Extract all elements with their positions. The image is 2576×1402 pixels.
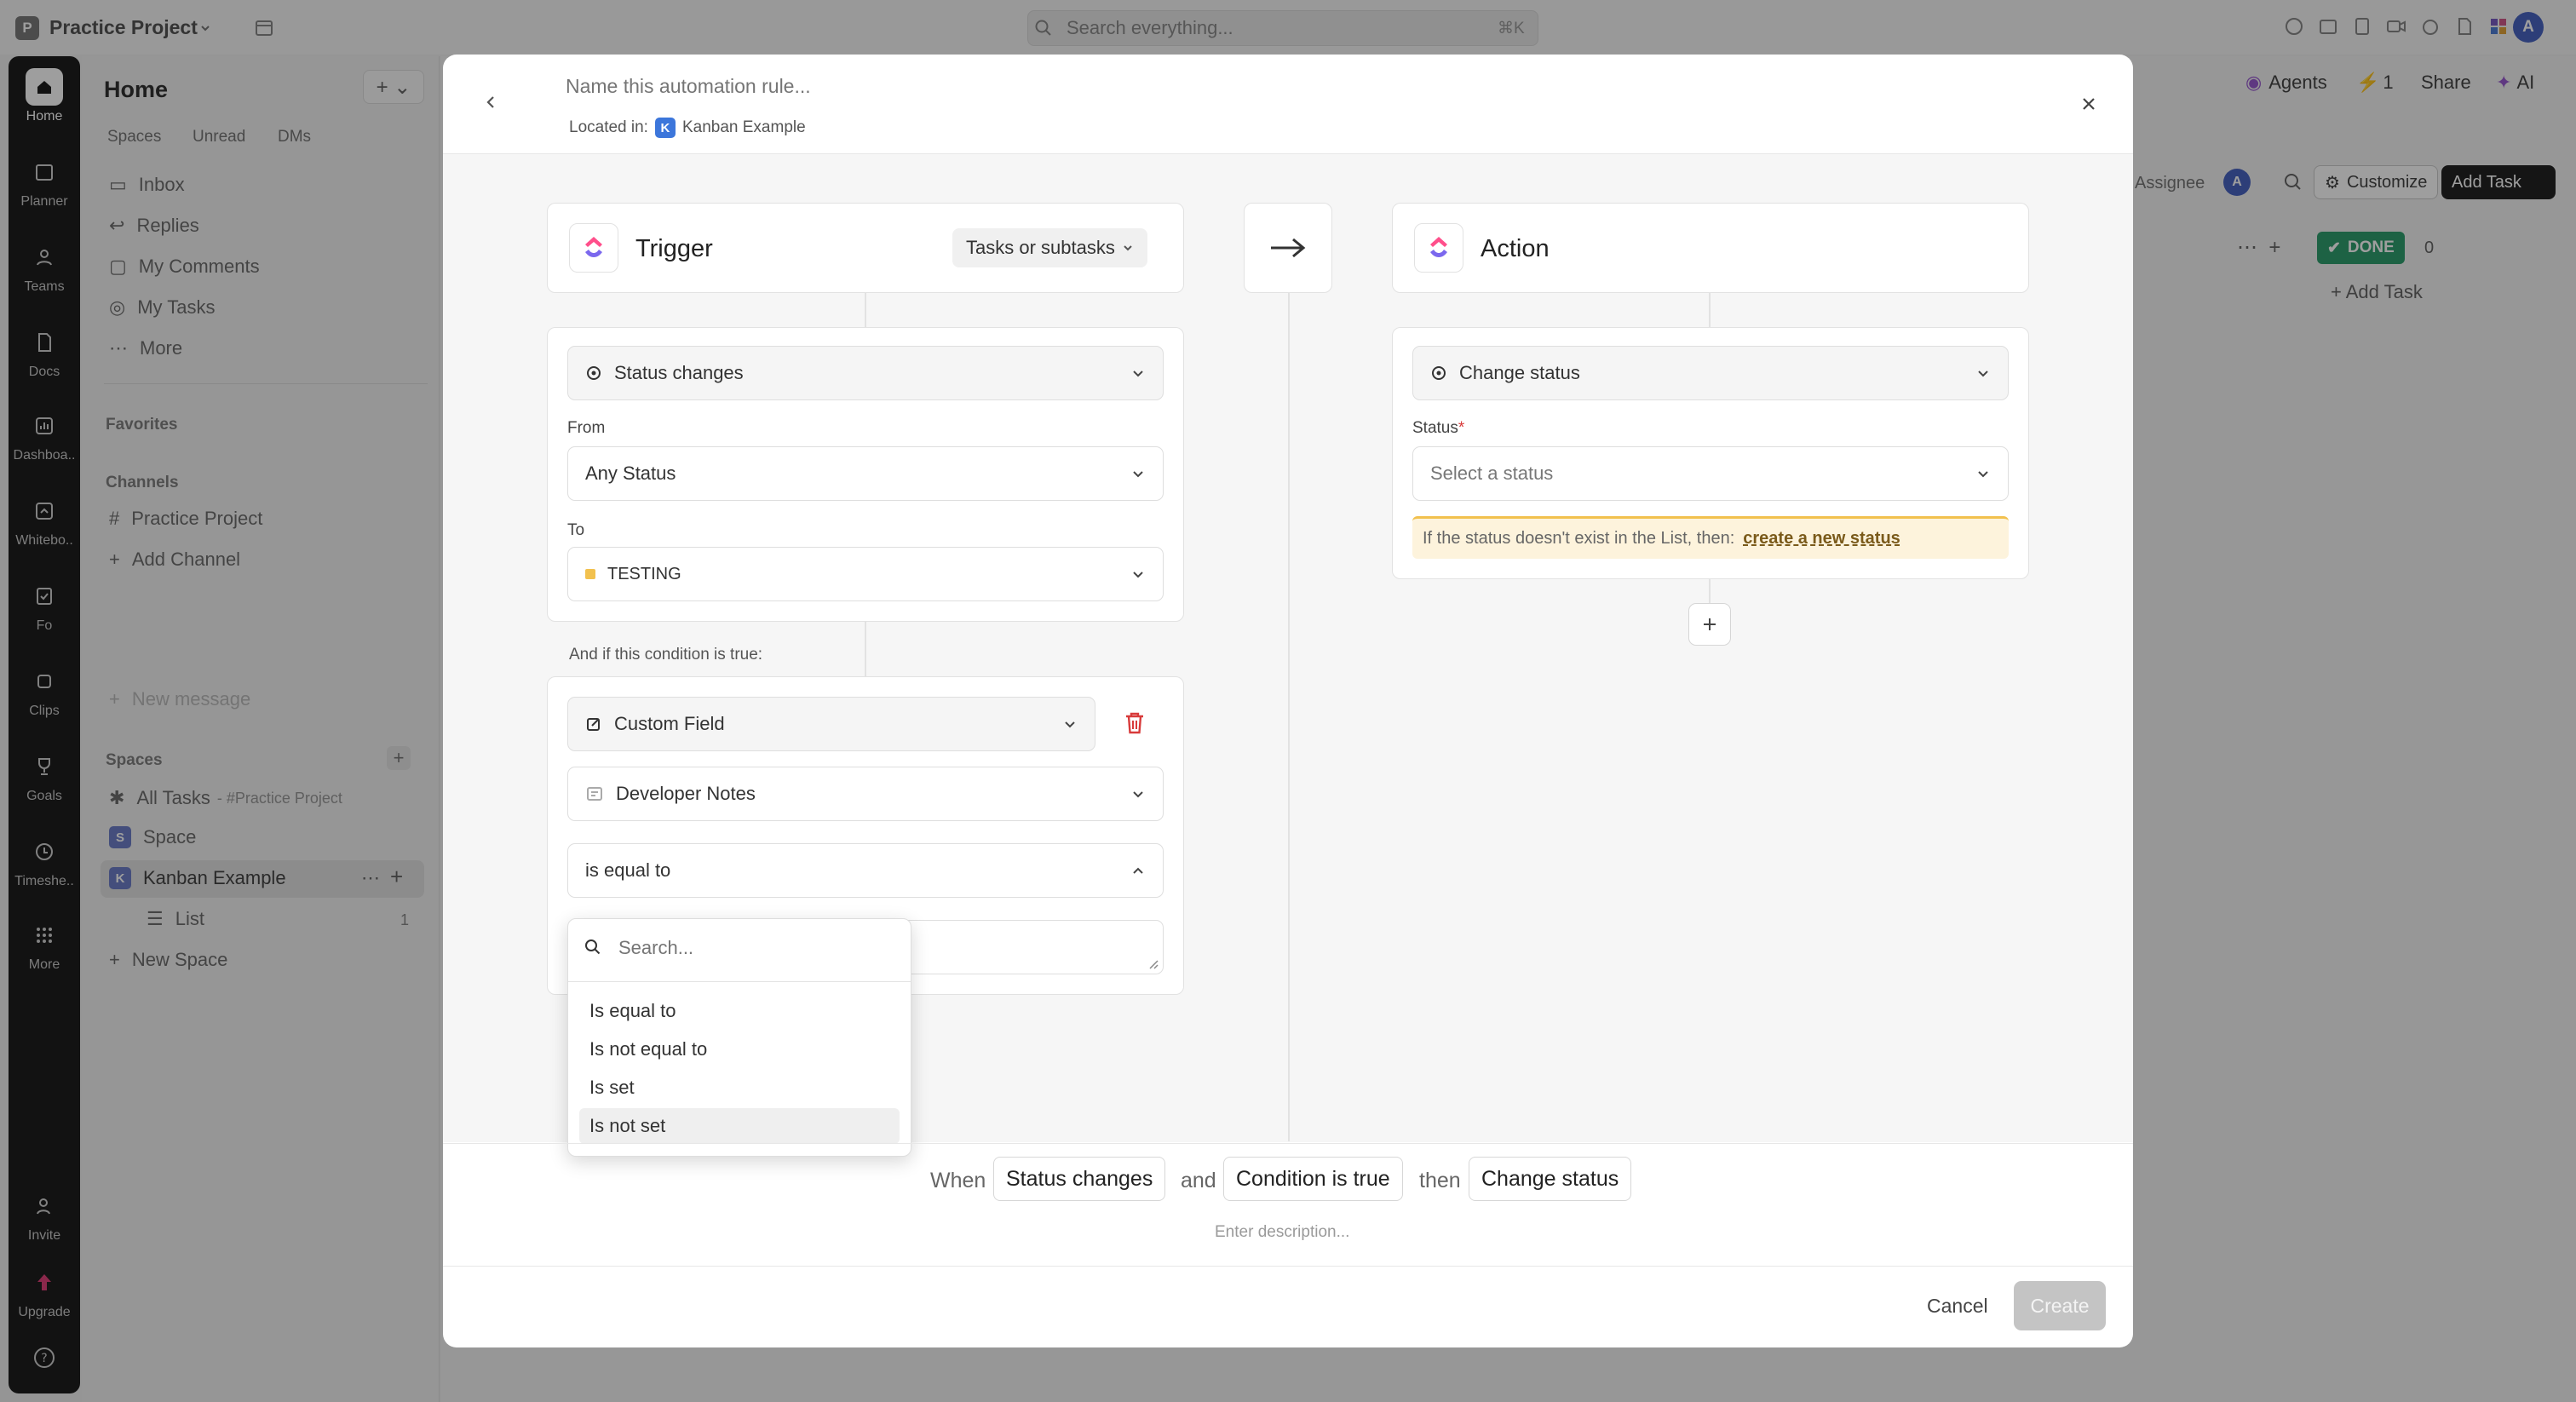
cancel-button[interactable]: Cancel: [1927, 1295, 1988, 1318]
trigger-scope-select[interactable]: Tasks or subtasks: [952, 228, 1147, 267]
from-status-value: Any Status: [585, 463, 676, 484]
plus-icon: [1704, 618, 1716, 630]
status-color-square: [585, 569, 595, 579]
target-icon: [585, 365, 602, 382]
connector-line: [865, 293, 866, 327]
summary-trigger-pill[interactable]: Status changes: [993, 1157, 1166, 1201]
divider: [568, 981, 911, 982]
divider: [443, 1266, 2133, 1267]
trigger-scope-label: Tasks or subtasks: [966, 237, 1115, 258]
chevron-down-icon: [1133, 471, 1143, 478]
summary-and: and: [1181, 1169, 1216, 1192]
trigger-event-select[interactable]: Status changes: [567, 346, 1164, 400]
status-label-text: Status: [1412, 419, 1458, 437]
chevron-down-icon: [1133, 371, 1143, 377]
chevron-down-icon: [1978, 471, 1988, 478]
text-field-icon: [585, 784, 604, 803]
to-status-select[interactable]: TESTING: [567, 547, 1164, 601]
option-is-equal-to[interactable]: Is equal to: [579, 993, 900, 1029]
chevron-up-icon: [1133, 867, 1143, 874]
create-status-link[interactable]: create a new status: [1743, 529, 1900, 549]
action-status-select[interactable]: Select a status: [1412, 446, 2009, 501]
summary-then: then: [1419, 1169, 1461, 1192]
clickup-logo-icon: [1414, 223, 1463, 273]
chevron-down-icon: [1124, 245, 1132, 251]
condition-field-select[interactable]: Developer Notes: [567, 767, 1164, 821]
clickup-logo-icon: [569, 223, 618, 273]
connector-line: [1709, 579, 1711, 605]
connector-line: [1709, 293, 1711, 327]
summary-condition-pill[interactable]: Condition is true: [1223, 1157, 1403, 1201]
chevron-down-icon: [1133, 791, 1143, 798]
condition-intro-label: And if this condition is true:: [569, 646, 763, 664]
summary-when: When: [930, 1169, 986, 1192]
from-label: From: [567, 419, 606, 437]
condition-type-select[interactable]: Custom Field: [567, 697, 1095, 751]
notice-text: If the status doesn't exist in the List,…: [1423, 529, 1735, 548]
create-button[interactable]: Create: [2014, 1281, 2106, 1330]
location-name[interactable]: Kanban Example: [682, 118, 806, 137]
back-button[interactable]: [482, 94, 499, 111]
required-mark: *: [1458, 419, 1465, 437]
trash-icon[interactable]: [1123, 710, 1147, 736]
to-label: To: [567, 521, 585, 539]
chevron-down-icon: [1065, 721, 1075, 728]
add-action-button[interactable]: [1688, 603, 1731, 646]
from-status-select[interactable]: Any Status: [567, 446, 1164, 501]
target-icon: [1430, 365, 1447, 382]
summary-action-pill[interactable]: Change status: [1469, 1157, 1632, 1201]
connector-line: [865, 622, 866, 676]
dropdown-search-input[interactable]: [618, 932, 891, 964]
rule-name-input[interactable]: [566, 75, 1247, 98]
option-is-not-set[interactable]: Is not set: [579, 1108, 900, 1144]
chevron-down-icon: [1978, 371, 1988, 377]
to-status-value: TESTING: [607, 564, 681, 583]
divider: [443, 1143, 2133, 1144]
close-icon[interactable]: [2080, 95, 2097, 112]
status-label: Status*: [1412, 419, 1464, 438]
action-event-select[interactable]: Change status: [1412, 346, 2009, 400]
flow-arrow-box: [1244, 203, 1332, 293]
resize-handle-icon: [1149, 960, 1159, 969]
location-breadcrumb: Located in: K Kanban Example: [569, 118, 806, 138]
option-is-set[interactable]: Is set: [579, 1070, 900, 1106]
condition-operator-label: is equal to: [585, 859, 671, 881]
condition-field-label: Developer Notes: [616, 783, 756, 804]
arrow-right-icon: [1271, 238, 1306, 258]
location-avatar: K: [654, 118, 676, 138]
action-event-label: Change status: [1459, 362, 1580, 383]
search-icon: [584, 939, 601, 956]
chevron-down-icon: [1133, 572, 1143, 578]
trigger-event-label: Status changes: [614, 362, 744, 383]
option-is-not-equal-to[interactable]: Is not equal to: [579, 1031, 900, 1067]
custom-field-icon: [585, 715, 602, 733]
located-in-label: Located in:: [569, 118, 648, 136]
description-input[interactable]: Enter description...: [1215, 1223, 1349, 1242]
connector-line: [1288, 293, 1290, 1141]
condition-operator-select[interactable]: is equal to: [567, 843, 1164, 898]
trigger-title: Trigger: [635, 235, 713, 262]
status-placeholder: Select a status: [1430, 463, 1554, 484]
action-title: Action: [1481, 235, 1550, 262]
condition-type-label: Custom Field: [614, 713, 725, 734]
status-notice: If the status doesn't exist in the List,…: [1412, 516, 2009, 559]
